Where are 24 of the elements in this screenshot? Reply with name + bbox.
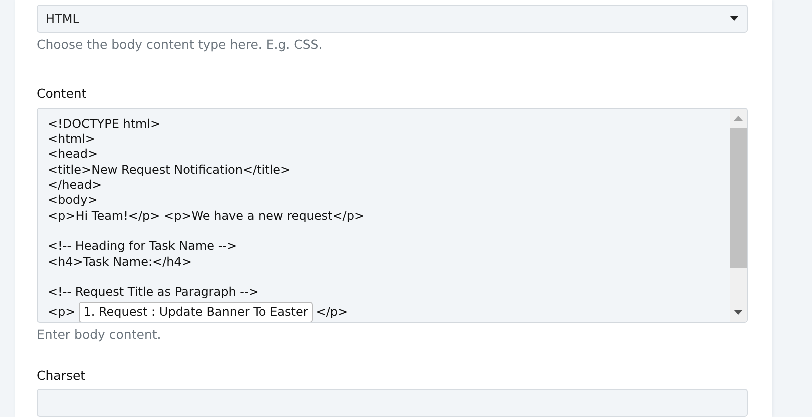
- scrollbar[interactable]: [730, 108, 747, 322]
- content-textarea[interactable]: [37, 108, 748, 324]
- help-text: Choose the body content type here. E.g. CSS.: [37, 36, 324, 52]
- code-line: <title>New Request Notification</title>: [48, 162, 291, 178]
- code-line: <h4>Task Name:</h4>: [48, 254, 192, 270]
- help-text: Enter body content.: [37, 327, 162, 342]
- body-type-select[interactable]: HTML: [37, 5, 748, 33]
- code-line: <!DOCTYPE html>: [48, 116, 161, 132]
- code-line: <!-- Heading for Task Name -->: [48, 239, 238, 255]
- code-line: <!-- Request Title as Paragraph -->: [48, 285, 259, 300]
- code-line: <html>: [48, 132, 96, 148]
- scroll-up-icon[interactable]: [734, 116, 743, 121]
- caret-icon: [730, 16, 739, 22]
- code-line: </p>: [316, 304, 348, 320]
- code-line: <head>: [48, 147, 98, 163]
- request-title-field[interactable]: 1. Request : Update Banner To Easter: [78, 302, 314, 322]
- charset-field[interactable]: [37, 389, 748, 417]
- code-line: <body>: [48, 193, 98, 209]
- field-label: Charset: [37, 368, 87, 384]
- field-label: Content: [37, 86, 88, 101]
- code-line: <p>Hi Team!</p> <p>We have a new request</p>: [48, 208, 365, 224]
- code-line: </head>: [48, 178, 102, 194]
- code-line: <p>: [48, 304, 76, 320]
- scroll-down-icon[interactable]: [734, 310, 743, 316]
